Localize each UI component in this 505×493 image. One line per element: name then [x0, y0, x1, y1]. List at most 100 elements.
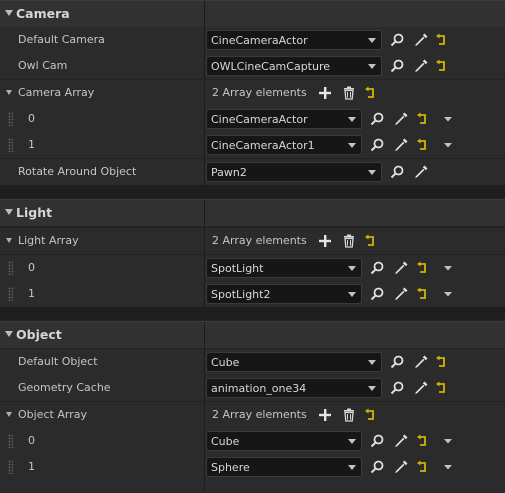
column-divider[interactable] — [204, 106, 205, 132]
magnifier-icon[interactable] — [389, 354, 405, 370]
eyedropper-icon[interactable] — [393, 111, 409, 127]
magnifier-icon[interactable] — [369, 260, 385, 276]
column-divider[interactable] — [204, 27, 205, 53]
trash-icon[interactable] — [341, 233, 357, 249]
chevron-down-icon[interactable] — [440, 286, 456, 302]
collapse-caret-icon[interactable] — [5, 209, 13, 215]
combo-value: SpotLight — [211, 262, 264, 275]
drag-handle[interactable] — [8, 460, 13, 474]
plus-icon[interactable] — [317, 407, 333, 423]
element-index: 0 — [28, 261, 35, 274]
asset-combo-box[interactable]: animation_one34 — [206, 378, 382, 398]
drag-handle[interactable] — [8, 138, 13, 152]
magnifier-icon[interactable] — [369, 137, 385, 153]
reset-arrow-icon[interactable] — [362, 407, 378, 423]
eyedropper-icon[interactable] — [413, 32, 429, 48]
chevron-down-icon[interactable] — [440, 260, 456, 276]
eyedropper-icon[interactable] — [413, 380, 429, 396]
chevron-down-icon[interactable] — [440, 111, 456, 127]
chevron-down-icon[interactable] — [440, 433, 456, 449]
plus-icon[interactable] — [317, 233, 333, 249]
reset-arrow-icon[interactable] — [414, 111, 430, 127]
eyedropper-icon[interactable] — [393, 433, 409, 449]
chevron-down-icon[interactable] — [440, 137, 456, 153]
actor-combo-box[interactable]: Cube — [206, 431, 362, 451]
magnifier-icon[interactable] — [389, 32, 405, 48]
actor-combo-box[interactable]: SpotLight — [206, 258, 362, 278]
column-divider[interactable] — [204, 53, 205, 79]
collapse-caret-icon[interactable] — [5, 10, 13, 16]
actor-combo-box[interactable]: CineCameraActor1 — [206, 135, 362, 155]
magnifier-icon[interactable] — [369, 459, 385, 475]
column-divider[interactable] — [204, 402, 205, 428]
property-label: Rotate Around Object — [18, 165, 137, 178]
eyedropper-icon[interactable] — [413, 58, 429, 74]
reset-arrow-icon[interactable] — [414, 137, 430, 153]
expand-caret-icon[interactable] — [6, 90, 12, 95]
magnifier-icon[interactable] — [369, 433, 385, 449]
name-column: 1 — [0, 281, 204, 307]
magnifier-icon[interactable] — [369, 286, 385, 302]
reset-arrow-icon[interactable] — [362, 85, 378, 101]
eyedropper-icon[interactable] — [393, 260, 409, 276]
combo-value: Sphere — [211, 461, 250, 474]
combo-value: Pawn2 — [211, 166, 247, 179]
reset-arrow-icon[interactable] — [414, 433, 430, 449]
property-row-object-array: Object Array 2 Array elements — [0, 402, 505, 428]
column-divider[interactable] — [204, 281, 205, 307]
drag-handle[interactable] — [8, 287, 13, 301]
magnifier-icon[interactable] — [369, 111, 385, 127]
reset-arrow-icon[interactable] — [414, 286, 430, 302]
column-divider[interactable] — [204, 255, 205, 281]
actor-combo-box[interactable]: CineCameraActor — [206, 109, 362, 129]
reset-arrow-icon[interactable] — [433, 380, 449, 396]
eyedropper-icon[interactable] — [393, 286, 409, 302]
plus-icon[interactable] — [317, 85, 333, 101]
expand-caret-icon[interactable] — [6, 238, 12, 243]
array-count: 2 Array elements — [212, 234, 307, 247]
column-divider[interactable] — [204, 454, 205, 480]
reset-arrow-icon[interactable] — [433, 32, 449, 48]
actor-combo-box[interactable]: SpotLight2 — [206, 284, 362, 304]
actor-combo-box[interactable]: Sphere — [206, 457, 362, 477]
reset-arrow-icon[interactable] — [433, 58, 449, 74]
actor-combo-box[interactable]: Pawn2 — [206, 162, 382, 182]
column-divider[interactable] — [204, 228, 205, 254]
chevron-down-icon[interactable] — [440, 459, 456, 475]
eyedropper-icon[interactable] — [413, 164, 429, 180]
reset-arrow-icon[interactable] — [414, 459, 430, 475]
column-divider[interactable] — [204, 428, 205, 454]
trash-icon[interactable] — [341, 85, 357, 101]
column-divider[interactable] — [204, 80, 205, 106]
section-header-light[interactable]: Light — [0, 199, 505, 226]
combo-value: OWLCineCamCapture — [211, 60, 331, 73]
section-header-object[interactable]: Object — [0, 321, 505, 348]
drag-handle[interactable] — [8, 112, 13, 126]
reset-arrow-icon[interactable] — [362, 233, 378, 249]
column-divider — [204, 322, 205, 348]
column-divider[interactable] — [204, 132, 205, 158]
eyedropper-icon[interactable] — [393, 137, 409, 153]
drag-handle[interactable] — [8, 434, 13, 448]
array-count: 2 Array elements — [212, 86, 307, 99]
section-header-camera[interactable]: Camera — [0, 0, 505, 27]
section-spacer — [0, 185, 505, 198]
drag-handle[interactable] — [8, 261, 13, 275]
column-divider[interactable] — [204, 349, 205, 375]
collapse-caret-icon[interactable] — [5, 331, 13, 337]
eyedropper-icon[interactable] — [413, 354, 429, 370]
magnifier-icon[interactable] — [389, 58, 405, 74]
actor-combo-box[interactable]: OWLCineCamCapture — [206, 56, 382, 76]
magnifier-icon[interactable] — [389, 164, 405, 180]
reset-arrow-icon[interactable] — [433, 354, 449, 370]
actor-combo-box[interactable]: Cube — [206, 352, 382, 372]
magnifier-icon[interactable] — [389, 380, 405, 396]
reset-arrow-icon[interactable] — [414, 260, 430, 276]
column-divider[interactable] — [204, 159, 205, 185]
trash-icon[interactable] — [341, 407, 357, 423]
actor-combo-box[interactable]: CineCameraActor — [206, 30, 382, 50]
eyedropper-icon[interactable] — [393, 459, 409, 475]
expand-caret-icon[interactable] — [6, 412, 12, 417]
array-element-row: 1 CineCameraActor1 — [0, 132, 505, 158]
column-divider[interactable] — [204, 375, 205, 401]
